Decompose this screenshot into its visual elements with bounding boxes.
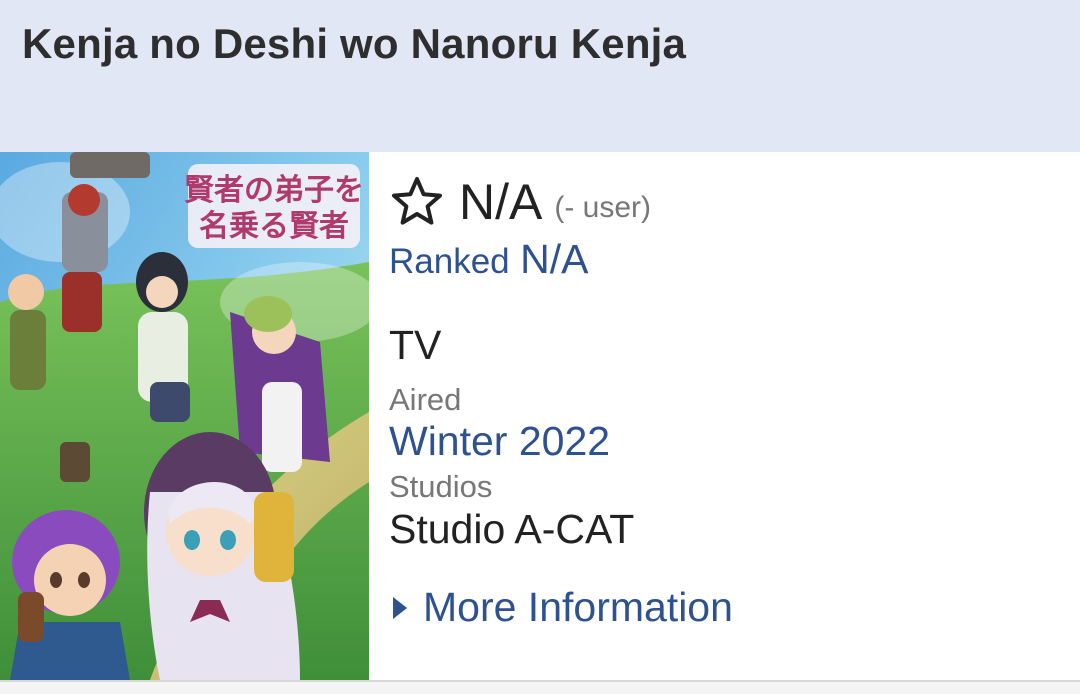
footer-strip [0,682,1080,694]
score-user-count: (- user) [554,191,652,224]
ranked-value: N/A [520,236,589,282]
caret-right-icon [391,595,409,621]
ranked-label: Ranked [389,242,510,281]
more-information-button[interactable]: More Information [391,584,733,631]
score-value: N/A [459,174,543,230]
anime-detail-page: Kenja no Deshi wo Nanoru Kenja 賢者の弟子を 名乗… [0,0,1080,694]
svg-text:名乗る賢者: 名乗る賢者 [199,209,349,244]
svg-text:賢者の弟子を: 賢者の弟子を [184,173,364,208]
star-outline-icon[interactable] [389,174,445,230]
studios-label: Studios [389,469,493,504]
cover-artwork: 賢者の弟子を 名乗る賢者 [0,152,369,680]
score-row: N/A (- user) [389,172,651,232]
title-header: Kenja no Deshi wo Nanoru Kenja [0,0,1080,152]
anime-info-panel: N/A (- user) Ranked N/A TV Aired Winter … [389,152,1069,680]
aired-season-link[interactable]: Winter 2022 [389,418,610,465]
more-information-label: More Information [423,584,733,630]
studio-name: Studio A-CAT [389,506,635,552]
cover-image[interactable]: 賢者の弟子を 名乗る賢者 [0,152,369,680]
anime-title: Kenja no Deshi wo Nanoru Kenja [22,20,687,67]
ranked-row[interactable]: Ranked N/A [389,236,588,283]
aired-label: Aired [389,382,462,417]
media-type: TV [389,322,442,368]
